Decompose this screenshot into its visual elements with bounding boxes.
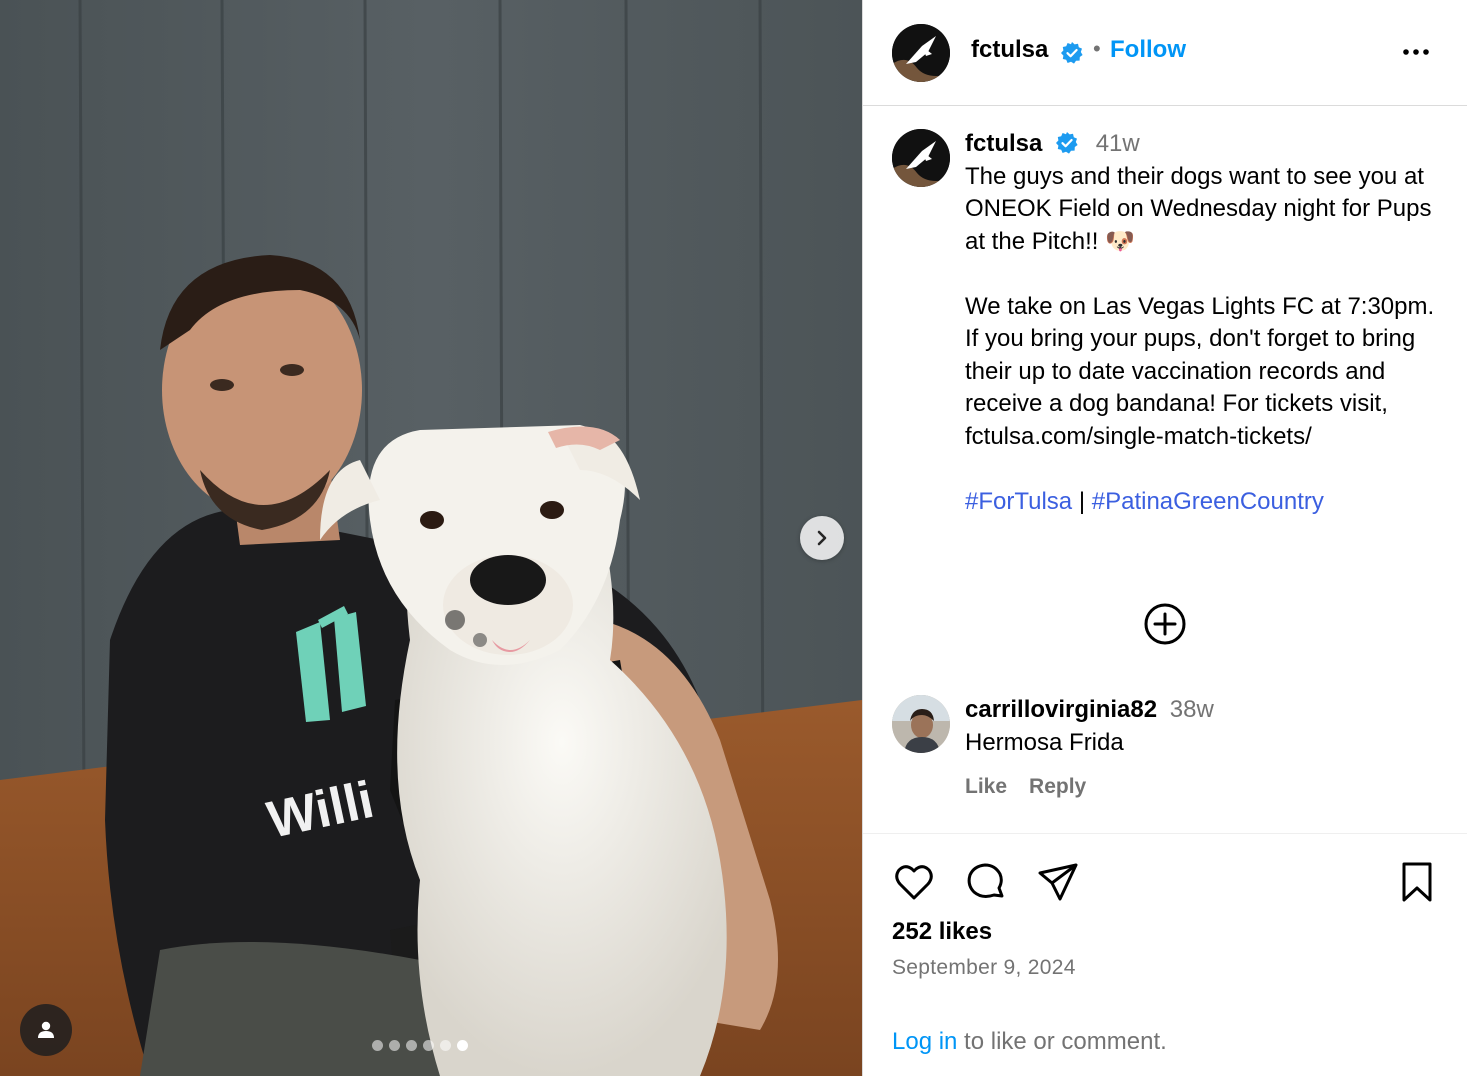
carousel-indicator — [372, 1040, 468, 1051]
hashtag-link[interactable]: #PatinaGreenCountry — [1092, 488, 1324, 515]
header-separator: • — [1093, 36, 1101, 61]
actions-divider — [863, 833, 1467, 834]
comment-reply-button[interactable]: Reply — [1029, 775, 1086, 799]
user-tag-icon — [38, 1021, 54, 1038]
verified-badge-icon — [1061, 42, 1083, 64]
comment-actions: Like Reply — [965, 775, 1086, 799]
caption-paragraph-1: The guys and their dogs want to see you … — [965, 162, 1432, 255]
post-media[interactable]: Willi — [0, 0, 862, 1076]
login-prompt: Log in to like or comment. — [892, 1028, 1167, 1056]
carousel-dot — [423, 1040, 434, 1051]
comment-timestamp[interactable]: 38w — [1170, 696, 1214, 723]
comment-username[interactable]: carrillovirginia82 — [965, 696, 1157, 723]
author-avatar[interactable] — [892, 24, 950, 82]
likes-count[interactable]: 252 likes — [892, 918, 992, 946]
post-photo: Willi — [0, 0, 862, 1076]
load-more-comments-icon[interactable] — [1143, 602, 1187, 646]
save-bookmark-icon[interactable] — [1396, 860, 1438, 904]
post-actions — [892, 860, 1438, 904]
next-slide-button[interactable] — [800, 516, 844, 560]
caption-author-avatar[interactable] — [892, 129, 950, 187]
caption-username[interactable]: fctulsa — [965, 130, 1042, 157]
fc-tulsa-logo-icon — [892, 129, 950, 187]
carousel-dot — [440, 1040, 451, 1051]
more-horizontal-icon[interactable] — [1401, 40, 1431, 64]
commenter-avatar[interactable] — [892, 695, 950, 753]
post-caption: fctulsa 41w The guys and their dogs want… — [965, 128, 1445, 518]
follow-button[interactable]: Follow — [1110, 36, 1186, 64]
verified-badge-icon — [1056, 131, 1078, 154]
like-heart-icon[interactable] — [892, 860, 936, 904]
comment-like-button[interactable]: Like — [965, 775, 1007, 799]
caption-hashtags: #ForTulsa | #PatinaGreenCountry — [965, 486, 1445, 519]
carousel-dot — [406, 1040, 417, 1051]
caption-paragraph-2: We take on Las Vegas Lights FC at 7:30pm… — [965, 292, 1435, 450]
fc-tulsa-logo-icon — [892, 24, 950, 82]
comment-bubble-icon[interactable] — [964, 860, 1008, 904]
instagram-post: Willi fctulsa • Follow fctulsa 41w The g… — [0, 0, 1468, 1076]
chevron-right-icon — [817, 530, 827, 546]
login-link[interactable]: Log in — [892, 1028, 957, 1055]
carousel-dot — [372, 1040, 383, 1051]
comment-text: Hermosa Frida — [965, 728, 1124, 756]
share-send-icon[interactable] — [1036, 860, 1080, 904]
commenter-photo — [892, 695, 950, 753]
tagged-users-button[interactable] — [20, 1004, 72, 1056]
comment: carrillovirginia82 38w Hermosa Frida — [965, 694, 1214, 759]
login-prompt-text: to like or comment. — [957, 1028, 1167, 1055]
carousel-dot — [457, 1040, 468, 1051]
hashtag-link[interactable]: #ForTulsa — [965, 488, 1072, 515]
post-date[interactable]: September 9, 2024 — [892, 956, 1076, 980]
post-header: fctulsa • Follow — [863, 0, 1467, 106]
carousel-dot — [389, 1040, 400, 1051]
caption-timestamp[interactable]: 41w — [1096, 130, 1140, 157]
post-panel: fctulsa • Follow fctulsa 41w The guys an… — [863, 0, 1468, 1076]
hashtag-separator: | — [1078, 487, 1086, 515]
author-username[interactable]: fctulsa — [971, 36, 1048, 64]
